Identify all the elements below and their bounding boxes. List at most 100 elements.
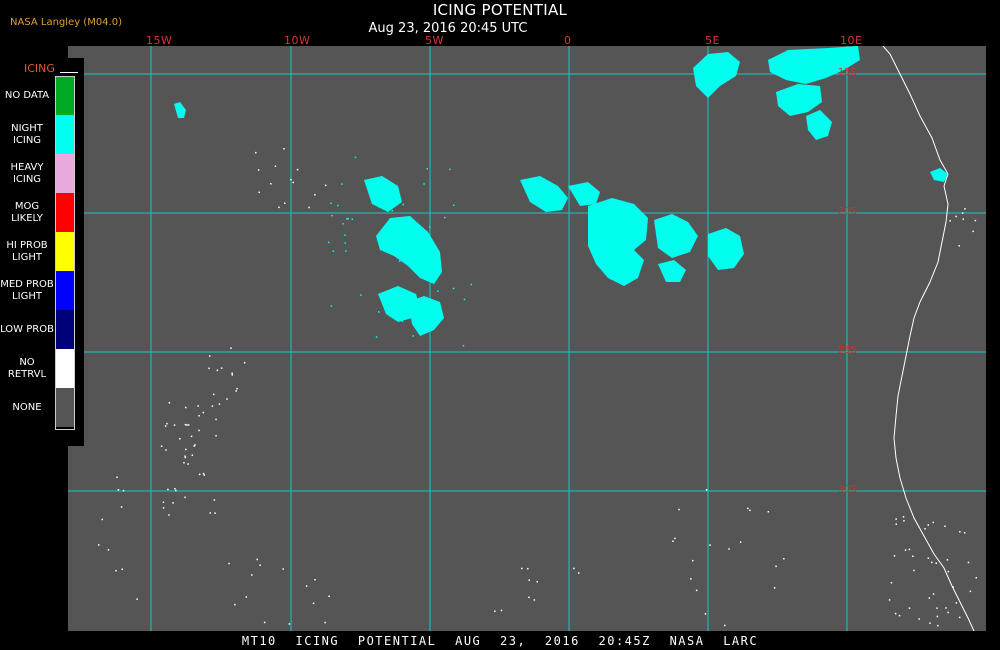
- legend-label: LOW PROB: [0, 323, 54, 335]
- return-dot: [947, 570, 950, 573]
- return-dot: [164, 425, 167, 427]
- return-dot: [690, 578, 692, 580]
- return-dot: [101, 518, 103, 521]
- return-dot: [705, 489, 708, 491]
- return-dot: [908, 548, 911, 551]
- return-dot: [312, 602, 315, 605]
- icing-dot: [360, 294, 362, 296]
- return-dot: [308, 206, 310, 209]
- icing-dot: [401, 320, 404, 322]
- return-dot: [944, 525, 946, 527]
- return-dot: [183, 462, 185, 464]
- coastline: [882, 46, 975, 631]
- legend-title: ICING: [24, 62, 55, 75]
- return-dot: [974, 219, 977, 222]
- return-dot: [972, 230, 974, 233]
- return-dot: [692, 559, 694, 562]
- return-dot: [236, 387, 238, 390]
- return-dot: [573, 567, 575, 570]
- icing-dot: [328, 241, 330, 244]
- return-dot: [305, 585, 308, 587]
- return-dot: [251, 574, 253, 576]
- return-dot: [215, 435, 217, 437]
- icing-dot: [391, 209, 394, 212]
- legend-label: MOG LIKELY: [11, 200, 43, 224]
- return-dot: [179, 438, 181, 440]
- icing-dot: [463, 298, 466, 301]
- return-dot: [255, 151, 257, 154]
- return-dot: [936, 615, 939, 618]
- return-dot: [500, 609, 503, 612]
- return-dot: [284, 202, 286, 204]
- return-dot: [165, 449, 167, 451]
- return-dot: [527, 567, 529, 570]
- return-dot: [185, 448, 187, 451]
- map-datetime: Aug 23, 2016 20:45 UTC: [368, 21, 528, 36]
- return-dot: [578, 572, 580, 574]
- icing-dot: [351, 218, 353, 220]
- return-dot: [949, 220, 951, 222]
- icing-dot: [331, 214, 333, 217]
- return-dot: [946, 559, 949, 561]
- return-dot: [270, 183, 272, 185]
- return-dot: [209, 512, 211, 514]
- return-dot: [314, 194, 316, 196]
- lat-label-15s: 15S: [838, 67, 858, 78]
- return-dot: [931, 561, 933, 564]
- icing-dot: [385, 296, 387, 299]
- return-dot: [927, 557, 930, 559]
- icing-region: [520, 176, 568, 212]
- return-dot: [903, 520, 905, 522]
- return-dot: [709, 544, 711, 546]
- return-dot: [927, 524, 930, 526]
- return-dot: [209, 355, 211, 357]
- footer-caption: MT10 ICING POTENTIAL AUG 23, 2016 20:45Z…: [241, 634, 759, 648]
- icing-dot: [437, 290, 439, 292]
- icing-regions: [174, 46, 948, 336]
- return-dot: [186, 424, 188, 426]
- return-dot: [187, 424, 190, 426]
- icing-region: [408, 296, 444, 336]
- icing-dot: [375, 336, 378, 338]
- icing-dot: [330, 305, 333, 307]
- icing-dot: [344, 234, 346, 236]
- return-dot: [107, 549, 110, 551]
- return-dot: [115, 569, 117, 572]
- return-dot: [245, 596, 248, 598]
- return-dot: [888, 599, 891, 601]
- return-dot: [898, 614, 901, 617]
- icing-dot: [342, 223, 344, 225]
- return-dot: [214, 512, 216, 514]
- icing-region: [364, 176, 402, 212]
- icing-region: [658, 260, 686, 282]
- icing-region: [588, 198, 648, 286]
- return-dot: [208, 367, 210, 370]
- return-dot: [528, 579, 530, 581]
- return-dot: [283, 148, 285, 150]
- lon-label-5w: 5W: [425, 34, 444, 47]
- icing-dot: [395, 198, 397, 201]
- return-dot: [220, 367, 223, 369]
- icing-region: [376, 216, 442, 284]
- return-dot: [935, 562, 937, 564]
- legend-label: HEAVY ICING: [10, 161, 44, 185]
- return-dot: [136, 598, 138, 600]
- icing-dot: [332, 250, 335, 252]
- return-dot: [724, 624, 726, 627]
- return-dot: [198, 473, 201, 476]
- lon-label-5e: 5E: [705, 34, 720, 47]
- return-dot: [274, 165, 277, 167]
- return-dot: [162, 501, 165, 503]
- legend-frame: [55, 76, 75, 430]
- return-dot: [893, 555, 896, 557]
- return-dot: [213, 393, 215, 396]
- return-dot: [902, 516, 905, 518]
- icing-dot: [407, 257, 409, 259]
- return-dot: [160, 445, 163, 447]
- return-dot: [937, 624, 939, 627]
- return-dot: [173, 424, 176, 426]
- return-dot: [278, 206, 280, 209]
- return-dot: [231, 372, 233, 374]
- icing-dot: [398, 260, 401, 262]
- return-dot: [197, 405, 199, 407]
